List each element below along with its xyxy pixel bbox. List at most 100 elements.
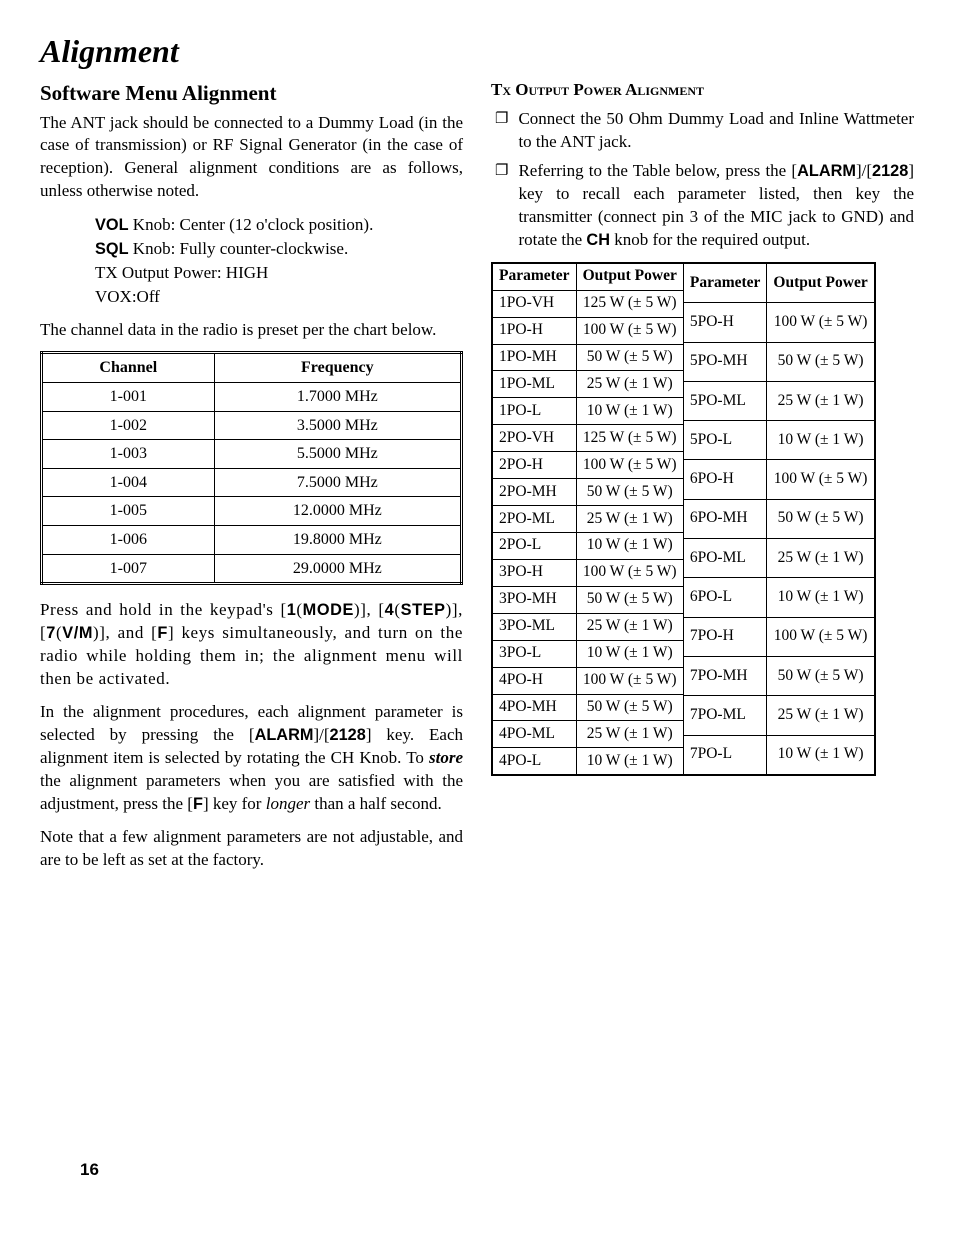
cell-output: 25 W (± 1 W) [767,539,875,578]
cell-param: 7PO-L [684,735,767,775]
cell-param: 2PO-H [492,452,576,479]
cell-output: 10 W (± 1 W) [767,578,875,617]
two-column-layout: Software Menu Alignment The ANT jack sho… [40,79,914,881]
table-header-row: Channel Frequency [42,353,462,383]
table-row: 3PO-H100 W (± 5 W) [492,559,683,586]
table-row: 1PO-VH125 W (± 5 W) [492,290,683,317]
table-row: 5PO-H100 W (± 5 W) [684,303,875,342]
cell-output: 100 W (± 5 W) [767,303,875,342]
cell-output: 25 W (± 1 W) [576,371,683,398]
keypad-paragraph: Press and hold in the keypad's [1(MODE)]… [40,599,463,691]
cell-param: 4PO-MH [492,694,576,721]
table-row: 1PO-H100 W (± 5 W) [492,317,683,344]
cell-output: 25 W (± 1 W) [767,696,875,735]
table-row: 4PO-ML25 W (± 1 W) [492,721,683,748]
cell-param: 5PO-ML [684,381,767,420]
txt: Referring to the Table below, press the … [518,161,797,180]
right-column: Tx Output Power Alignment ❐ Connect the … [491,79,914,881]
cell-param: 6PO-ML [684,539,767,578]
cell-param: 3PO-ML [492,613,576,640]
cell-param: 2PO-MH [492,479,576,506]
note-paragraph: Note that a few alignment parameters are… [40,826,463,872]
key-f: F [157,624,168,642]
table-row: 2PO-H100 W (± 5 W) [492,452,683,479]
table-header-row: Parameter Output Power [684,263,875,303]
cell-param: 2PO-ML [492,506,576,533]
checklist-text: Connect the 50 Ohm Dummy Load and Inline… [518,108,914,154]
cell-frequency: 19.8000 MHz [214,526,461,555]
cell-output: 25 W (± 1 W) [767,381,875,420]
table-row: 6PO-ML25 W (± 1 W) [684,539,875,578]
table-row: 2PO-L10 W (± 1 W) [492,532,683,559]
cell-output: 100 W (± 5 W) [767,617,875,656]
table-row: 4PO-MH50 W (± 5 W) [492,694,683,721]
table-row: 5PO-MH50 W (± 5 W) [684,342,875,381]
key-f: F [193,795,203,813]
cell-output: 50 W (± 5 W) [576,586,683,613]
key-vm: V/M [62,624,93,642]
key-7: 7 [46,624,56,642]
th-parameter: Parameter [684,263,767,303]
th-frequency: Frequency [214,353,461,383]
table-row: 7PO-MH50 W (± 5 W) [684,656,875,695]
vol-label: VOL [95,216,129,234]
table-row: 6PO-H100 W (± 5 W) [684,460,875,499]
txt: Press and hold in the keypad's [ [40,600,287,619]
intro-paragraph: The ANT jack should be connected to a Du… [40,112,463,204]
th-output-power: Output Power [767,263,875,303]
cell-channel: 1-002 [42,411,215,440]
left-column: Software Menu Alignment The ANT jack sho… [40,79,463,881]
page-title: Alignment [40,30,914,73]
table-row: 5PO-ML25 W (± 1 W) [684,381,875,420]
channel-table: Channel Frequency 1-0011.7000 MHz 1-0023… [40,351,463,585]
txt: ]/[ [856,161,872,180]
cell-output: 10 W (± 1 W) [576,532,683,559]
th-channel: Channel [42,353,215,383]
cell-output: 50 W (± 5 W) [576,344,683,371]
key-ch: CH [586,231,610,249]
cell-param: 1PO-L [492,398,576,425]
table-row: 1-0011.7000 MHz [42,383,462,412]
table-row: 7PO-H100 W (± 5 W) [684,617,875,656]
cell-frequency: 3.5000 MHz [214,411,461,440]
cell-frequency: 5.5000 MHz [214,440,461,469]
power-table-left: Parameter Output Power 1PO-VH125 W (± 5 … [491,262,684,777]
cell-output: 100 W (± 5 W) [576,667,683,694]
table-row: 1PO-ML25 W (± 1 W) [492,371,683,398]
txt: than a half second. [310,794,442,813]
cell-param: 5PO-L [684,421,767,460]
table-row: 2PO-MH50 W (± 5 W) [492,479,683,506]
table-row: 7PO-L10 W (± 1 W) [684,735,875,775]
cell-param: 7PO-H [684,617,767,656]
key-mode: MODE [303,601,354,619]
knob-line-tx: TX Output Power: HIGH [95,261,463,285]
cell-param: 7PO-MH [684,656,767,695]
checklist-text: Referring to the Table below, press the … [518,160,914,252]
key-alarm: ALARM [797,162,856,180]
cell-param: 5PO-H [684,303,767,342]
checklist-item: ❐ Connect the 50 Ohm Dummy Load and Inli… [495,108,914,154]
cell-output: 50 W (± 5 W) [576,694,683,721]
table-row: 1-00729.0000 MHz [42,554,462,584]
txt: ] key for [203,794,266,813]
cell-frequency: 7.5000 MHz [214,468,461,497]
knob-line-vol: VOL Knob: Center (12 o'clock position). [95,213,463,237]
sql-text: Knob: Fully counter-clockwise. [129,239,349,258]
cell-output: 50 W (± 5 W) [767,342,875,381]
cell-output: 50 W (± 5 W) [576,479,683,506]
cell-output: 10 W (± 1 W) [576,640,683,667]
section-heading-tx-power: Tx Output Power Alignment [491,79,914,102]
vol-text: Knob: Center (12 o'clock position). [129,215,374,234]
table-row: 3PO-L10 W (± 1 W) [492,640,683,667]
power-tables: Parameter Output Power 1PO-VH125 W (± 5 … [491,262,914,777]
cell-output: 25 W (± 1 W) [576,506,683,533]
table-row: 1-00619.8000 MHz [42,526,462,555]
key-1: 1 [287,601,297,619]
checklist: ❐ Connect the 50 Ohm Dummy Load and Inli… [491,108,914,252]
power-table-right: Parameter Output Power 5PO-H100 W (± 5 W… [684,262,876,777]
txt: ]/[ [313,725,329,744]
cell-frequency: 1.7000 MHz [214,383,461,412]
key-2128: 2128 [330,726,366,744]
cell-output: 100 W (± 5 W) [576,452,683,479]
table-row: 1-00512.0000 MHz [42,497,462,526]
